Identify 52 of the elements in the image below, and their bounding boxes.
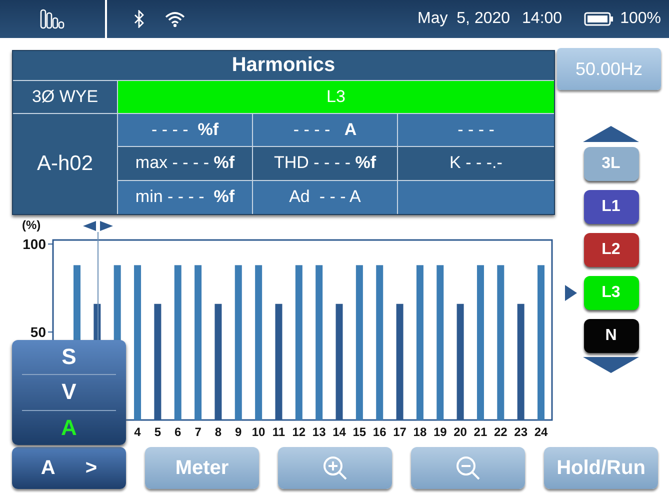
down-arrow-icon[interactable] xyxy=(583,357,639,373)
bar-chart-icon[interactable] xyxy=(40,9,66,29)
x-tick-label: 7 xyxy=(194,425,202,439)
phase-button[interactable]: L2 xyxy=(584,233,638,267)
phase-label: L3 xyxy=(118,81,554,113)
x-tick-label: 19 xyxy=(433,425,447,439)
x-tick-label: 13 xyxy=(312,425,326,439)
x-tick-label: 24 xyxy=(534,425,548,439)
zoom-in-icon xyxy=(322,455,348,481)
date-text: May 5, 2020 xyxy=(418,10,510,28)
x-tick-label: 16 xyxy=(372,425,386,439)
pointer-icon xyxy=(564,285,576,301)
menu-item[interactable]: S xyxy=(22,340,116,376)
x-tick-label: 12 xyxy=(292,425,306,439)
x-tick-label: 9 xyxy=(235,425,242,439)
x-tick-label: 10 xyxy=(252,425,266,439)
y-tick-label: 50 xyxy=(30,324,46,340)
x-tick-label: 4 xyxy=(134,425,141,439)
battery-icon xyxy=(584,11,614,27)
menu-item[interactable]: V xyxy=(22,375,116,411)
x-tick-label: 18 xyxy=(413,425,427,439)
x-tick-label: 17 xyxy=(393,425,406,439)
table-cell: Ad - - - A xyxy=(253,180,398,214)
x-tick-label: 11 xyxy=(272,425,286,439)
table-cell: K - - -.- xyxy=(398,147,554,181)
battery-percent: 100% xyxy=(620,10,661,28)
x-tick-label: 5 xyxy=(154,425,162,439)
y-tick-label: 100 xyxy=(22,236,46,252)
table-cell: - - - - xyxy=(398,114,554,148)
x-tick-label: 6 xyxy=(174,425,182,439)
x-tick-label: 8 xyxy=(214,425,222,439)
x-tick-label: 20 xyxy=(454,425,467,439)
zoom-out-icon xyxy=(455,455,481,481)
phase-button[interactable]: L1 xyxy=(584,190,638,224)
time-text: 14:00 xyxy=(522,10,562,28)
table-cell: min - - - - %f xyxy=(118,180,253,214)
table-cell: - - - - %f xyxy=(118,114,253,148)
zoom-out-button[interactable] xyxy=(411,447,525,489)
axis-unit: (%) xyxy=(22,218,41,232)
x-tick-label: 21 xyxy=(474,425,488,439)
table-cell: THD - - - - %f xyxy=(253,147,398,181)
table-cell: max - - - - %f xyxy=(118,147,253,181)
x-tick-label: 14 xyxy=(332,425,346,439)
phase-button[interactable]: N xyxy=(584,319,638,353)
x-tick-label: 22 xyxy=(494,425,508,439)
zoom-in-button[interactable] xyxy=(278,447,392,489)
menu-item[interactable]: A xyxy=(22,410,116,445)
x-tick-label: 23 xyxy=(514,425,528,439)
x-tick-label: 15 xyxy=(352,425,366,439)
up-arrow-icon[interactable] xyxy=(583,126,639,142)
quantity-button[interactable]: A > xyxy=(12,447,126,489)
table-cell: - - - - A xyxy=(253,114,398,148)
